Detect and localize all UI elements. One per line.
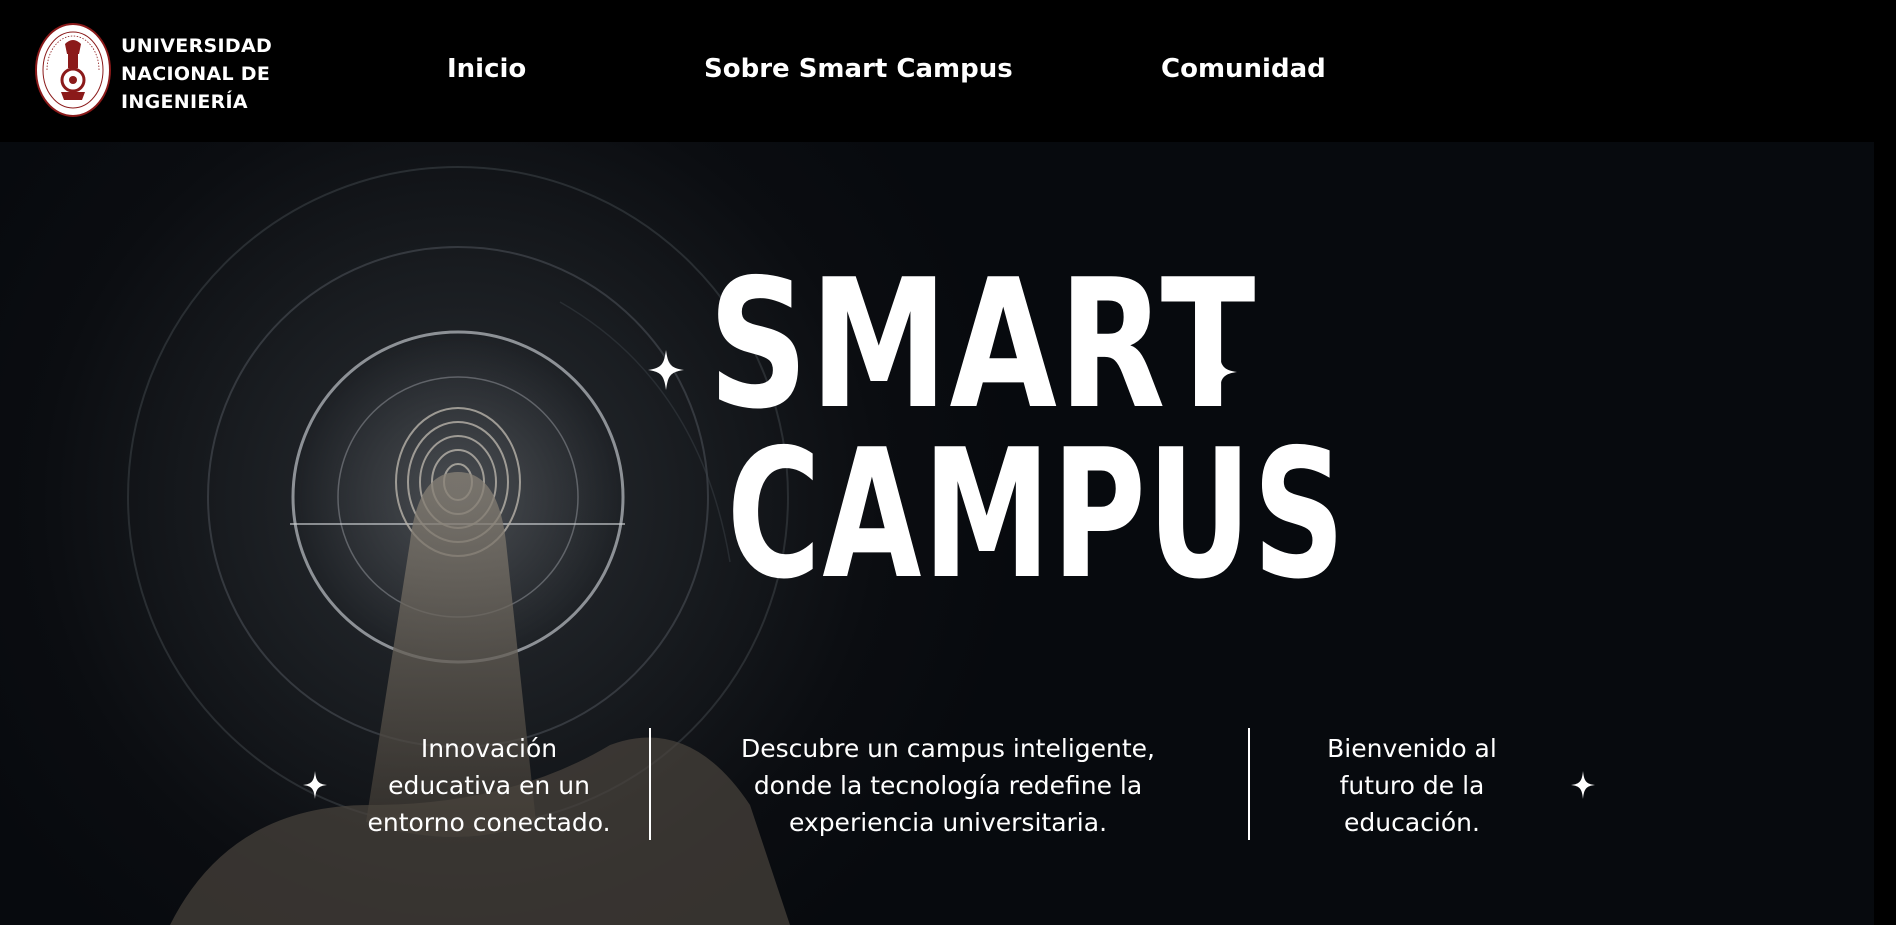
tagline-descubre: Descubre un campus inteligente, donde la… <box>740 734 1155 837</box>
university-name[interactable]: UNIVERSIDAD NACIONAL DE INGENIERÍA <box>121 32 272 116</box>
page: UNIVERSIDAD NACIONAL DE INGENIERÍA Inici… <box>0 0 1896 925</box>
university-name-line-3: INGENIERÍA <box>121 91 248 113</box>
smart-campus-title: SMART CAMPUS <box>640 241 1347 618</box>
title-line-campus: CAMPUS <box>726 411 1347 618</box>
uni-seal-logo[interactable] <box>34 22 112 118</box>
tagline-innovacion: Innovación educativa en un entorno conec… <box>367 734 611 837</box>
title-line-smart: SMART <box>708 241 1257 448</box>
tagline-divider <box>649 728 651 840</box>
nav-link-comunidad[interactable]: Comunidad <box>1161 54 1326 84</box>
top-navbar: UNIVERSIDAD NACIONAL DE INGENIERÍA Inici… <box>0 0 1896 142</box>
nav-link-inicio[interactable]: Inicio <box>447 54 526 84</box>
nav-link-sobre-smart-campus[interactable]: Sobre Smart Campus <box>704 54 1013 84</box>
tagline-bienvenido: Bienvenido al futuro de la educación. <box>1327 734 1497 837</box>
university-name-line-2: NACIONAL DE <box>121 63 271 85</box>
university-name-line-1: UNIVERSIDAD <box>121 35 273 57</box>
sparkle-icon <box>1571 771 1595 799</box>
right-edge-strip <box>1874 142 1896 925</box>
hero-section: SMART CAMPUS Innovación educativa en un … <box>0 142 1874 925</box>
tagline-divider <box>1248 728 1250 840</box>
sparkle-icon <box>303 771 327 799</box>
